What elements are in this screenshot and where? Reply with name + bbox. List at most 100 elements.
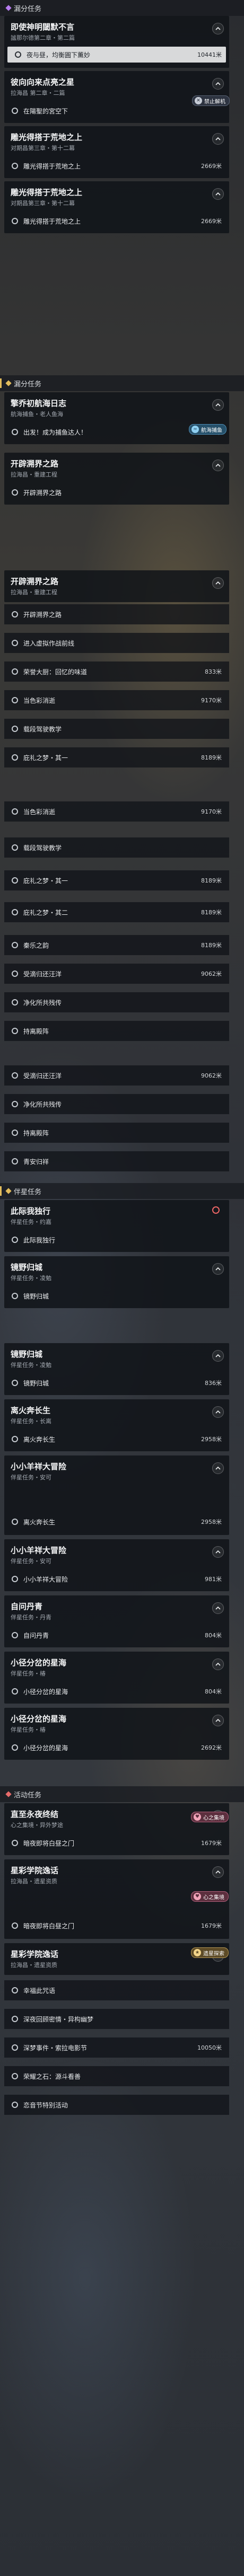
quest-card[interactable]: 开辟溯界之路 拉海昌・重建工程 xyxy=(4,570,229,602)
section-marker xyxy=(0,1186,2,1196)
collapse-button[interactable] xyxy=(212,1602,224,1614)
list-item[interactable]: 青安归祥 xyxy=(4,1151,229,1171)
list-item[interactable]: 受滴归还汪洋 9062米 xyxy=(4,964,229,984)
quest-card[interactable]: 开辟溯界之路 拉海昌・重建工程 开辟溯界之路 xyxy=(4,453,229,505)
objective-row[interactable]: 小小羊祥大冒险 981米 xyxy=(4,1571,229,1587)
quest-card[interactable]: 雕光得搭于荒地之上 对期昌第三章・第十二幕 雕光得搭于荒地之上 2669米 xyxy=(4,126,229,178)
collapse-button[interactable] xyxy=(212,1263,224,1275)
list-item[interactable]: 荣耀之石：源斗看善 xyxy=(4,2066,229,2086)
quest-card[interactable]: 小径分岔的星海 伴星任务・椿 小径分岔的星海 2692米 xyxy=(4,1708,229,1760)
list-item[interactable]: 幸福此咒语 xyxy=(4,1980,229,2000)
list-item[interactable]: 恋音节特别活动 xyxy=(4,2095,229,2115)
collapse-button[interactable] xyxy=(212,1715,224,1726)
collapse-button[interactable] xyxy=(212,188,224,200)
collapse-button[interactable] xyxy=(212,460,224,471)
chevron-up-icon xyxy=(215,1662,221,1666)
objective-distance: 804米 xyxy=(205,1688,222,1695)
list-item[interactable]: 深梦事件・索拉电影节 10050米 xyxy=(4,2037,229,2058)
quest-card[interactable]: 小小羊祥大冒险 伴星任务・安可 离火奔长生 2958米 xyxy=(4,1455,229,1535)
objective-row[interactable]: 镜野归城 836米 xyxy=(4,1375,229,1391)
list-item[interactable]: 受滴归还汪洋 9062米 xyxy=(4,1065,229,1086)
objective-row[interactable]: 小径分岔的星海 804米 xyxy=(4,1683,229,1699)
list-item[interactable]: 进入虚拟作战前线 xyxy=(4,633,229,653)
collapse-button[interactable] xyxy=(212,78,224,90)
collapse-button[interactable] xyxy=(212,1350,224,1362)
list-item[interactable]: 载段驾驶教学 xyxy=(4,719,229,739)
quest-card[interactable]: 即使神明閾默不言 謐那尔德第二章・第二篇 夜与昼，均衡圓下薫妙 10441米 xyxy=(4,16,229,68)
quest-card[interactable]: 自问丹青 伴星任务・丹青 自问丹青 804米 xyxy=(4,1595,229,1647)
list-item[interactable]: 庇礼之梦・其二 8189米 xyxy=(4,902,229,922)
list-item[interactable]: 持离殿阵 xyxy=(4,1123,229,1143)
quest-card[interactable]: 直至永夜终结 心之集境・异外梦途 暗夜即将白昼之门 1679米 xyxy=(4,1803,229,1855)
fishing-badge[interactable]: ≈ 航海捕鱼 xyxy=(189,424,226,435)
forbid-badge[interactable]: ✕ 禁止解机 xyxy=(192,95,230,106)
objective-row[interactable]: 离火奔长生 2958米 xyxy=(4,1431,229,1447)
objective-distance: 1679米 xyxy=(201,1840,222,1847)
collapse-button[interactable] xyxy=(212,1462,224,1474)
chevron-up-icon xyxy=(215,27,221,30)
list-item[interactable]: 载段驾驶教学 xyxy=(4,837,229,858)
objective-row[interactable]: 此际我独行 xyxy=(4,1232,229,1248)
collapse-button[interactable] xyxy=(212,399,224,411)
heart-realm-badge[interactable]: ♥ 心之集境 xyxy=(191,1812,229,1822)
chevron-up-icon xyxy=(215,581,221,585)
quest-subtitle: 伴星任务・丹青 xyxy=(11,1614,51,1621)
heart-realm-badge[interactable]: ♥ 心之集境 xyxy=(191,1891,229,1902)
quest-card[interactable]: 镜野归城 伴星任务・凌勉 镜野归城 836米 xyxy=(4,1343,229,1395)
objective-row[interactable]: 开辟溯界之路 xyxy=(4,484,229,500)
objective-row[interactable]: 离火奔长生 2958米 xyxy=(4,1514,229,1530)
collapse-button[interactable] xyxy=(212,577,224,589)
list-item[interactable]: 深夜回顾密情・异构幽梦 xyxy=(4,2009,229,2029)
objective-ring-icon xyxy=(12,726,18,732)
section-header-main[interactable]: 漏分任务 xyxy=(0,0,244,16)
quest-card[interactable]: 小小羊祥大冒险 伴星任务・安可 小小羊祥大冒险 981米 xyxy=(4,1539,229,1591)
objective-row[interactable]: 自问丹青 804米 xyxy=(4,1627,229,1643)
collapse-button[interactable] xyxy=(212,23,224,34)
list-item[interactable]: 持离殿阵 xyxy=(4,1021,229,1041)
list-item[interactable]: 开辟溯界之路 xyxy=(4,604,229,624)
quest-title: 小小羊祥大冒险 xyxy=(11,1546,67,1555)
objective-row-active[interactable]: 夜与昼，均衡圓下薫妙 10441米 xyxy=(7,47,226,63)
objective-text: 离火奔长生 xyxy=(23,1435,56,1443)
objective-ring-icon xyxy=(12,163,18,169)
quest-card[interactable]: 擎乔初航海日志 航海捕鱼・老人鱼海 出发！成为捕鱼达人！ 5072米 xyxy=(4,392,229,444)
list-item[interactable]: 净化所共残传 xyxy=(4,1094,229,1114)
quest-card[interactable]: 雕光得搭于荒地之上 对期昌第三章・第十二幕 雕光得搭于荒地之上 2669米 xyxy=(4,181,229,233)
quest-subtitle: 謐那尔德第二章・第二篇 xyxy=(11,34,75,41)
chevron-up-icon xyxy=(215,463,221,467)
list-item[interactable]: 庇礼之梦・其一 8189米 xyxy=(4,747,229,767)
collapse-button[interactable] xyxy=(212,1866,224,1878)
collapse-button[interactable] xyxy=(212,1658,224,1670)
objective-text: 镜野归城 xyxy=(23,1292,49,1300)
list-item[interactable]: 庇礼之梦・其一 8189米 xyxy=(4,870,229,890)
quest-title: 镜野归城 xyxy=(11,1263,43,1272)
objective-distance: 10441米 xyxy=(197,51,222,58)
exploration-badge[interactable]: ★ 遗星探索 xyxy=(191,1947,229,1958)
quest-card[interactable]: 小径分岔的星海 伴星任务・椿 小径分岔的星海 804米 xyxy=(4,1652,229,1704)
objective-distance: 2669米 xyxy=(201,218,222,225)
objective-ring-icon xyxy=(12,218,18,224)
list-item[interactable]: 当色彩消逝 9170米 xyxy=(4,690,229,710)
collapse-button[interactable] xyxy=(212,133,224,145)
section-header-chaos[interactable]: 漏分任务 xyxy=(0,375,244,391)
objective-row[interactable]: 镜野归城 xyxy=(4,1288,229,1304)
list-item[interactable]: 荣誉大厨：回忆的味道 833米 xyxy=(4,661,229,682)
quest-card[interactable]: 镜野归城 伴星任务・凌勉 镜野归城 xyxy=(4,1256,229,1308)
objective-row[interactable]: 雕光得搭于荒地之上 2669米 xyxy=(4,213,229,229)
list-item[interactable]: 净化所共残传 xyxy=(4,992,229,1012)
objective-row[interactable]: 暗夜即将白昼之门 1679米 xyxy=(4,1918,229,1934)
quest-subtitle: 对期昌第三章・第十二幕 xyxy=(11,145,75,152)
list-item[interactable]: 当色彩消逝 9170米 xyxy=(4,801,229,822)
collapse-button[interactable] xyxy=(212,1406,224,1418)
objective-row[interactable]: 小径分岔的星海 2692米 xyxy=(4,1740,229,1755)
objective-row[interactable]: 暗夜即将白昼之门 1679米 xyxy=(4,1835,229,1851)
list-item[interactable]: 秦乐之韵 8189米 xyxy=(4,935,229,955)
objective-ring-icon xyxy=(12,1840,18,1846)
quest-card[interactable]: 离火奔长生 伴星任务・长离 离火奔长生 2958米 xyxy=(4,1399,229,1451)
alert-ring-icon xyxy=(212,1206,220,1214)
section-header-companion[interactable]: 伴星任务 xyxy=(0,1183,244,1199)
objective-row[interactable]: 雕光得搭于荒地之上 2669米 xyxy=(4,158,229,174)
section-header-event[interactable]: 活动任务 xyxy=(0,1786,244,1802)
collapse-button[interactable] xyxy=(212,1546,224,1558)
quest-card[interactable]: 此际我独行 伴星任务・约嘉 此际我独行 xyxy=(4,1200,229,1252)
